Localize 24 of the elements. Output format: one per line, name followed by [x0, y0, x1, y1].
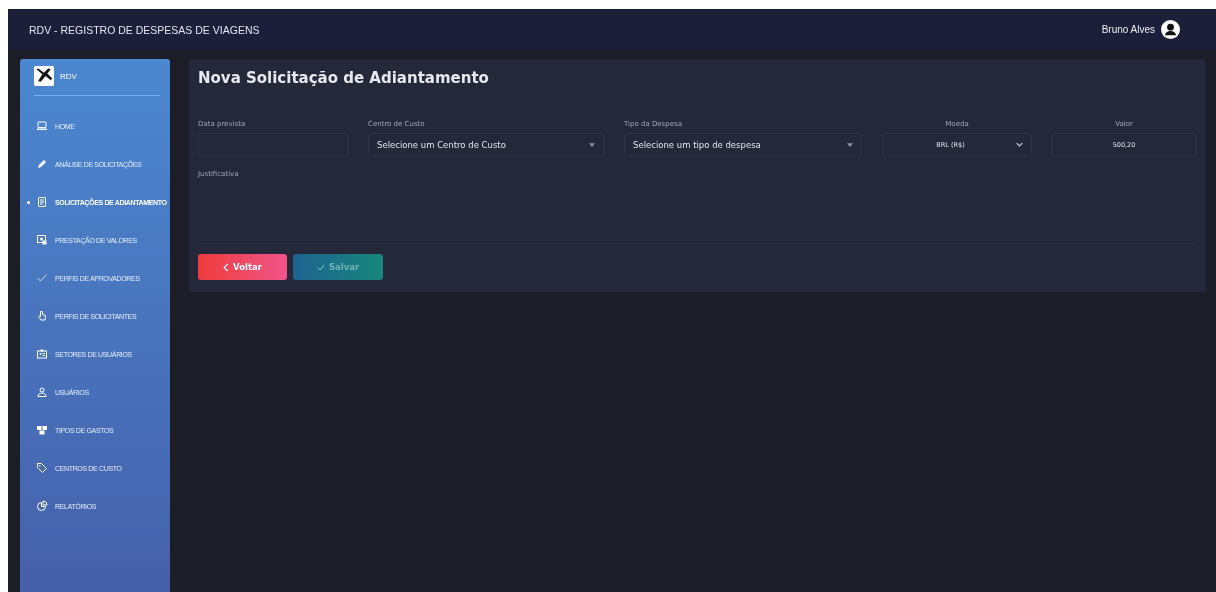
- check-icon: [36, 272, 48, 284]
- tag-icon: [36, 462, 48, 474]
- hand-icon: [36, 310, 48, 322]
- caret-icon: [589, 142, 595, 147]
- form-title: Nova Solicitação de Adiantamento: [198, 69, 490, 87]
- caret-icon: [847, 142, 853, 147]
- dropdown[interactable]: Selecione um tipo de despesa: [624, 133, 862, 156]
- user-name: Bruno Alves: [1101, 24, 1155, 35]
- user-icon: [36, 386, 48, 398]
- pie-chart-icon: [36, 500, 48, 512]
- money-icon: [36, 424, 48, 436]
- chevron-icon: [1016, 142, 1023, 147]
- document-icon: [36, 196, 48, 208]
- dropdown[interactable]: Selecione um Centro de Custo: [368, 133, 604, 156]
- avatar-icon[interactable]: [1161, 20, 1180, 39]
- pencil-icon: [36, 158, 48, 170]
- back-button[interactable]: Voltar: [198, 254, 287, 280]
- check-icon: [316, 262, 325, 272]
- app-title: RDV - REGISTRO DE DESPESAS DE VIAGENS: [29, 23, 260, 36]
- receipt-icon: [36, 234, 48, 246]
- laptop-icon: [36, 120, 48, 132]
- brand-name: RDV: [60, 71, 77, 81]
- chevron-left-icon: [223, 262, 230, 272]
- id-card-icon: [36, 348, 48, 360]
